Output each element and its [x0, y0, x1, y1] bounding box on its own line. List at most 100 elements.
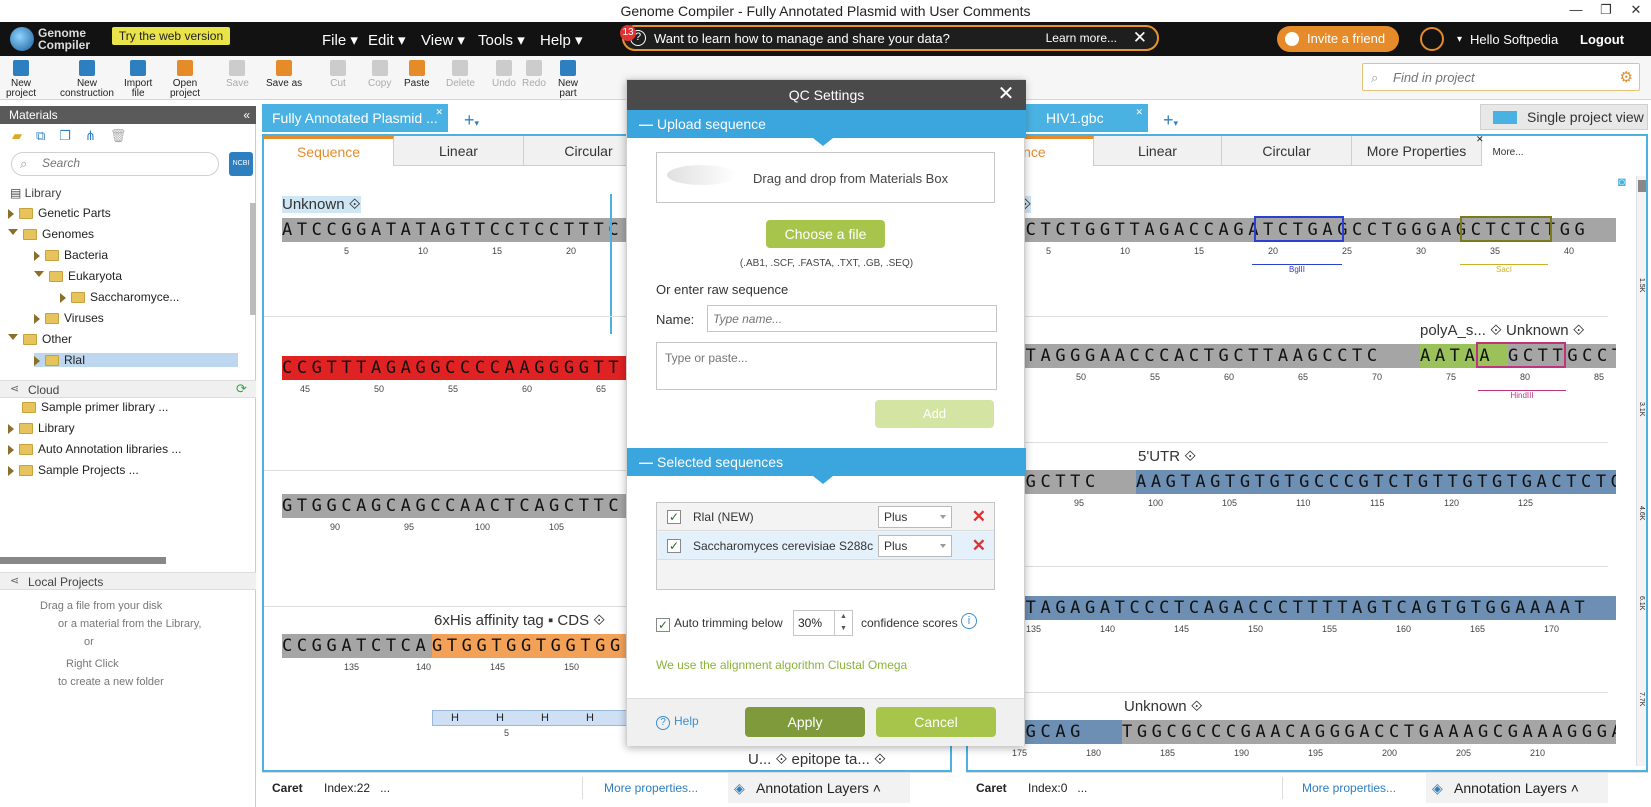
bglii-label[interactable]: BglII	[1252, 264, 1342, 274]
learn-more-link[interactable]: Learn more...	[1046, 31, 1117, 45]
utr-sequence[interactable]: AAGTAGTGTGTGCCCGTCTGTTGTGTGACTCTG	[1136, 470, 1616, 494]
add-tab-icon[interactable]: +▾	[1163, 110, 1178, 131]
row-checkbox[interactable]: ✓	[667, 510, 681, 524]
hindiii-label[interactable]: HindIII	[1478, 390, 1566, 400]
cloud-hscrollbar[interactable]	[0, 557, 166, 564]
materials-search[interactable]: ⌕	[11, 152, 219, 176]
materials-search-input[interactable]	[42, 156, 212, 170]
his-tag-label[interactable]: 6xHis affinity tag ▪ CDS ⟐	[434, 612, 605, 629]
sequence-row[interactable]: CCGTTTAGAGGCCCCAAGGGGTT	[282, 356, 642, 380]
cart-dropdown-icon[interactable]: ▾	[1457, 34, 1462, 45]
cloud-item[interactable]: Library	[8, 421, 75, 435]
left-document-tab[interactable]: Fully Annotated Plasmid ... ✕	[262, 104, 448, 132]
saci-site[interactable]	[1460, 216, 1552, 242]
raw-sequence-input[interactable]	[656, 342, 997, 390]
auto-trim-checkbox[interactable]: ✓	[656, 618, 670, 632]
tab-circular[interactable]: Circular	[1222, 136, 1352, 166]
more-properties-link[interactable]: More properties...	[604, 773, 698, 803]
toolbar-button[interactable]: Delete	[446, 58, 475, 89]
remove-icon[interactable]: ✕	[972, 507, 986, 527]
toolbar-button[interactable]: New construction	[60, 58, 114, 99]
cds-sequence[interactable]: GTGGTGGTGGTGG	[432, 634, 642, 658]
tab-more-properties[interactable]: More Properties	[1352, 136, 1482, 166]
toolbar-button[interactable]: Undo	[492, 58, 516, 89]
new-folder-icon[interactable]: ▰	[12, 128, 22, 146]
apply-button[interactable]: Apply	[745, 707, 865, 737]
expand-icon[interactable]	[60, 292, 66, 303]
hindiii-site[interactable]	[1476, 342, 1566, 368]
sequence-row[interactable]: ACTAGAGATCCCTCAGACCCTTTTAGTCAGTGTGGAAAAT	[996, 596, 1616, 620]
info-icon[interactable]: i	[961, 613, 977, 629]
toolbar-button[interactable]: Copy	[368, 58, 391, 89]
cancel-button[interactable]: Cancel	[876, 707, 996, 737]
expand-icon[interactable]	[8, 423, 14, 434]
decrement-icon[interactable]: ▼	[840, 625, 847, 632]
toolbar-button[interactable]: Paste	[404, 58, 430, 89]
camera-icon[interactable]: ◙	[1618, 174, 1626, 189]
his-tag-track[interactable]: H H H H	[432, 710, 642, 726]
menu-edit[interactable]: Edit ▾	[368, 31, 406, 49]
increment-icon[interactable]: ▲	[840, 613, 847, 620]
cloud-item[interactable]: Auto Annotation libraries ...	[8, 442, 181, 456]
expand-open-icon[interactable]	[8, 229, 18, 240]
trash-icon[interactable]: 🗑	[110, 128, 127, 146]
trim-value-stepper[interactable]: 30% ▲ ▼	[793, 610, 853, 636]
notification-badge[interactable]: 13	[620, 25, 636, 41]
menu-tools[interactable]: Tools ▾	[478, 31, 525, 49]
add-tab-icon[interactable]: +▾	[464, 110, 479, 131]
choose-file-button[interactable]: Choose a file	[766, 220, 885, 248]
minimize-button[interactable]: —	[1561, 0, 1591, 22]
more-tabs-button[interactable]: More...	[1488, 136, 1528, 166]
annotation-layers-button[interactable]: ◈ Annotation Layers ˄	[728, 773, 910, 803]
menu-file[interactable]: File ▾	[322, 31, 358, 49]
close-window-button[interactable]: ✕	[1621, 0, 1651, 22]
logout-link[interactable]: Logout	[1580, 32, 1624, 47]
maximize-button[interactable]: ❐	[1591, 0, 1621, 22]
user-greeting[interactable]: Hello Softpedia	[1470, 32, 1558, 47]
bglii-site[interactable]	[1254, 216, 1344, 242]
toolbar-button[interactable]: New project	[6, 58, 36, 99]
more-properties-link[interactable]: More properties...	[1302, 773, 1396, 803]
tab-linear[interactable]: Linear	[394, 136, 524, 166]
cloud-item[interactable]: Sample Projects ...	[8, 463, 139, 477]
expand-icon[interactable]	[8, 465, 14, 476]
toolbar-button[interactable]: Save as	[266, 58, 302, 89]
polya-label[interactable]: polyA_s... ⟐ Unknown ⟐	[1420, 322, 1585, 339]
library-item[interactable]: Viruses	[34, 311, 104, 325]
upload-section-header[interactable]: — Upload sequence	[627, 110, 1026, 146]
expand-icon[interactable]	[8, 444, 14, 455]
expand-icon[interactable]	[34, 313, 40, 324]
find-input[interactable]	[1393, 68, 1593, 86]
sequence-row[interactable]: CCGGATCTCA	[282, 634, 432, 658]
name-input[interactable]	[707, 305, 997, 332]
expand-icon[interactable]	[34, 355, 40, 366]
row-checkbox[interactable]: ✓	[667, 539, 681, 553]
menu-view[interactable]: View ▾	[421, 31, 465, 49]
copy-icon[interactable]: ❐	[59, 128, 71, 146]
strand-select[interactable]: Plus	[878, 506, 952, 528]
tab-sequence[interactable]: Sequence	[264, 136, 394, 166]
sequence-scrollbar[interactable]: 1.5K 3.1K 4.6K 6.1K 7.7K	[1636, 176, 1646, 766]
library-item[interactable]: Genetic Parts	[8, 206, 111, 220]
annotation-layers-button[interactable]: ◈ Annotation Layers ˄	[1426, 773, 1608, 803]
gear-icon[interactable]: ⚙	[1620, 68, 1633, 86]
cart-icon[interactable]	[1420, 27, 1444, 51]
library-item[interactable]: RlaI	[34, 353, 238, 367]
selected-section-header[interactable]: — Selected sequences	[627, 448, 1026, 484]
library-item[interactable]: Genomes	[8, 227, 94, 241]
try-web-version-link[interactable]: Try the web version	[112, 27, 230, 45]
help-link[interactable]: ? Help	[656, 714, 699, 730]
auto-trim-option[interactable]: ✓ Auto trimming below	[656, 616, 783, 632]
sequence-row[interactable]: TGGCGCCCGAACAGGGACCTGAAAGCGAAAGGGA	[1122, 720, 1616, 744]
sequence-row[interactable]: ACTAGGGAACCCACTGCTTAAGCCTC	[996, 344, 1420, 368]
expand-icon[interactable]	[34, 250, 40, 261]
close-tab-icon[interactable]: ✕	[1135, 98, 1143, 126]
refresh-icon[interactable]: ⟳	[236, 381, 247, 397]
close-tab-icon[interactable]: ✕	[1476, 134, 1484, 145]
toolbar-button[interactable]: Open project	[170, 58, 200, 99]
toolbar-button[interactable]: New part	[558, 58, 578, 99]
sequence-row[interactable]: ATCCGGATATAGTTCCTCCTTTC	[282, 218, 642, 242]
add-button[interactable]: Add	[875, 400, 994, 428]
saci-label[interactable]: SacI	[1460, 264, 1548, 274]
remove-icon[interactable]: ✕	[972, 536, 986, 556]
